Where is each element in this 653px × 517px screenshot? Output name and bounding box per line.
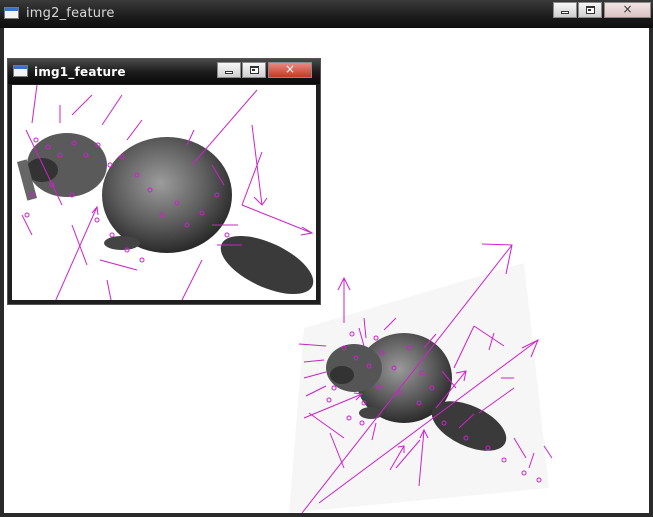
inner-titlebar[interactable]: img1_feature × xyxy=(8,59,320,84)
maximize-icon xyxy=(586,6,595,14)
outer-window-controls: × xyxy=(553,2,651,18)
inner-window-controls: × xyxy=(217,62,312,78)
img1-image xyxy=(16,85,314,300)
inner-maximize-button[interactable] xyxy=(242,62,266,78)
minimize-button[interactable] xyxy=(553,2,577,18)
outer-window-title: img2_feature xyxy=(26,6,115,21)
inner-close-button[interactable]: × xyxy=(268,62,312,78)
inner-window-title: img1_feature xyxy=(34,65,126,79)
window-app-icon xyxy=(4,7,19,19)
close-button[interactable]: × xyxy=(604,2,651,18)
img2-feature-canvas: img1_feature × xyxy=(4,28,649,513)
window-app-icon xyxy=(13,65,28,77)
maximize-button[interactable] xyxy=(578,2,602,18)
minimize-icon xyxy=(225,71,233,74)
outer-window: img2_feature × img1_feature × xyxy=(0,0,653,517)
inner-window: img1_feature × xyxy=(7,58,321,305)
img1-feature-canvas xyxy=(12,85,316,300)
close-icon: × xyxy=(622,2,633,16)
maximize-icon xyxy=(250,66,259,74)
inner-minimize-button[interactable] xyxy=(217,62,241,78)
close-icon: × xyxy=(284,62,296,76)
outer-titlebar[interactable]: img2_feature × xyxy=(0,0,653,28)
minimize-icon xyxy=(561,11,569,14)
